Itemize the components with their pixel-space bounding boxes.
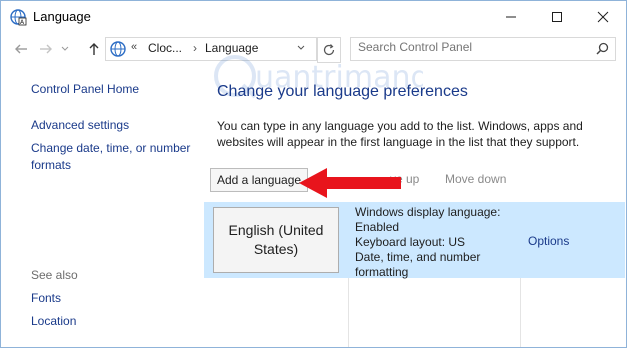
fonts-link[interactable]: Fonts — [31, 290, 61, 307]
language-list-item[interactable]: English (United States) Windows display … — [204, 202, 625, 280]
up-arrow-icon — [89, 43, 99, 55]
search-icon — [596, 42, 609, 55]
close-icon — [597, 11, 609, 23]
forward-arrow-icon — [40, 44, 52, 54]
maximize-button[interactable] — [534, 1, 580, 33]
control-panel-icon — [110, 41, 126, 57]
main-content: Change your language preferences You can… — [204, 65, 626, 347]
red-pointer-arrow — [299, 168, 401, 198]
back-button[interactable] — [10, 38, 32, 60]
language-window: A Language « Cloc... › Language Search C… — [0, 0, 627, 348]
title-bar: A Language — [1, 1, 626, 33]
formatting-info: Date, time, and number formatting — [355, 250, 481, 279]
chevron-down-icon — [61, 46, 69, 51]
language-app-icon: A — [10, 9, 27, 26]
display-language-status: Windows display language: Enabled — [355, 205, 501, 234]
window-title: Language — [33, 9, 91, 24]
language-details: Windows display language: Enabled Keyboa… — [355, 205, 515, 280]
location-link[interactable]: Location — [31, 313, 76, 330]
forward-button[interactable] — [35, 38, 57, 60]
close-button[interactable] — [580, 1, 626, 33]
breadcrumb-separator: › — [193, 41, 197, 55]
move-down-button[interactable]: Move down — [445, 168, 506, 190]
page-description: You can type in any language you add to … — [217, 119, 583, 149]
language-name: English (United States) — [228, 222, 324, 257]
breadcrumb-clock[interactable]: Cloc... — [148, 41, 182, 55]
keyboard-layout: Keyboard layout: US — [355, 235, 466, 249]
page-title: Change your language preferences — [217, 83, 468, 100]
language-toolbar: Add a language ve up Move down — [206, 164, 626, 192]
minimize-button[interactable] — [488, 1, 534, 33]
control-panel-home-link[interactable]: Control Panel Home — [31, 81, 139, 98]
back-arrow-icon — [15, 44, 27, 54]
see-also-heading: See also — [31, 268, 78, 282]
maximize-icon — [552, 12, 562, 22]
add-language-button[interactable]: Add a language — [210, 168, 309, 192]
recent-locations-button[interactable] — [59, 38, 71, 60]
minimize-icon — [506, 16, 516, 18]
change-date-time-formats-link[interactable]: Change date, time, or number formats — [31, 140, 201, 174]
advanced-settings-link[interactable]: Advanced settings — [31, 117, 129, 134]
options-link[interactable]: Options — [528, 234, 569, 248]
overflow-chevron[interactable]: « — [131, 41, 137, 53]
left-pane: Control Panel Home Advanced settings Cha… — [1, 65, 206, 347]
language-name-button[interactable]: English (United States) — [213, 207, 339, 273]
up-button[interactable] — [83, 38, 105, 60]
